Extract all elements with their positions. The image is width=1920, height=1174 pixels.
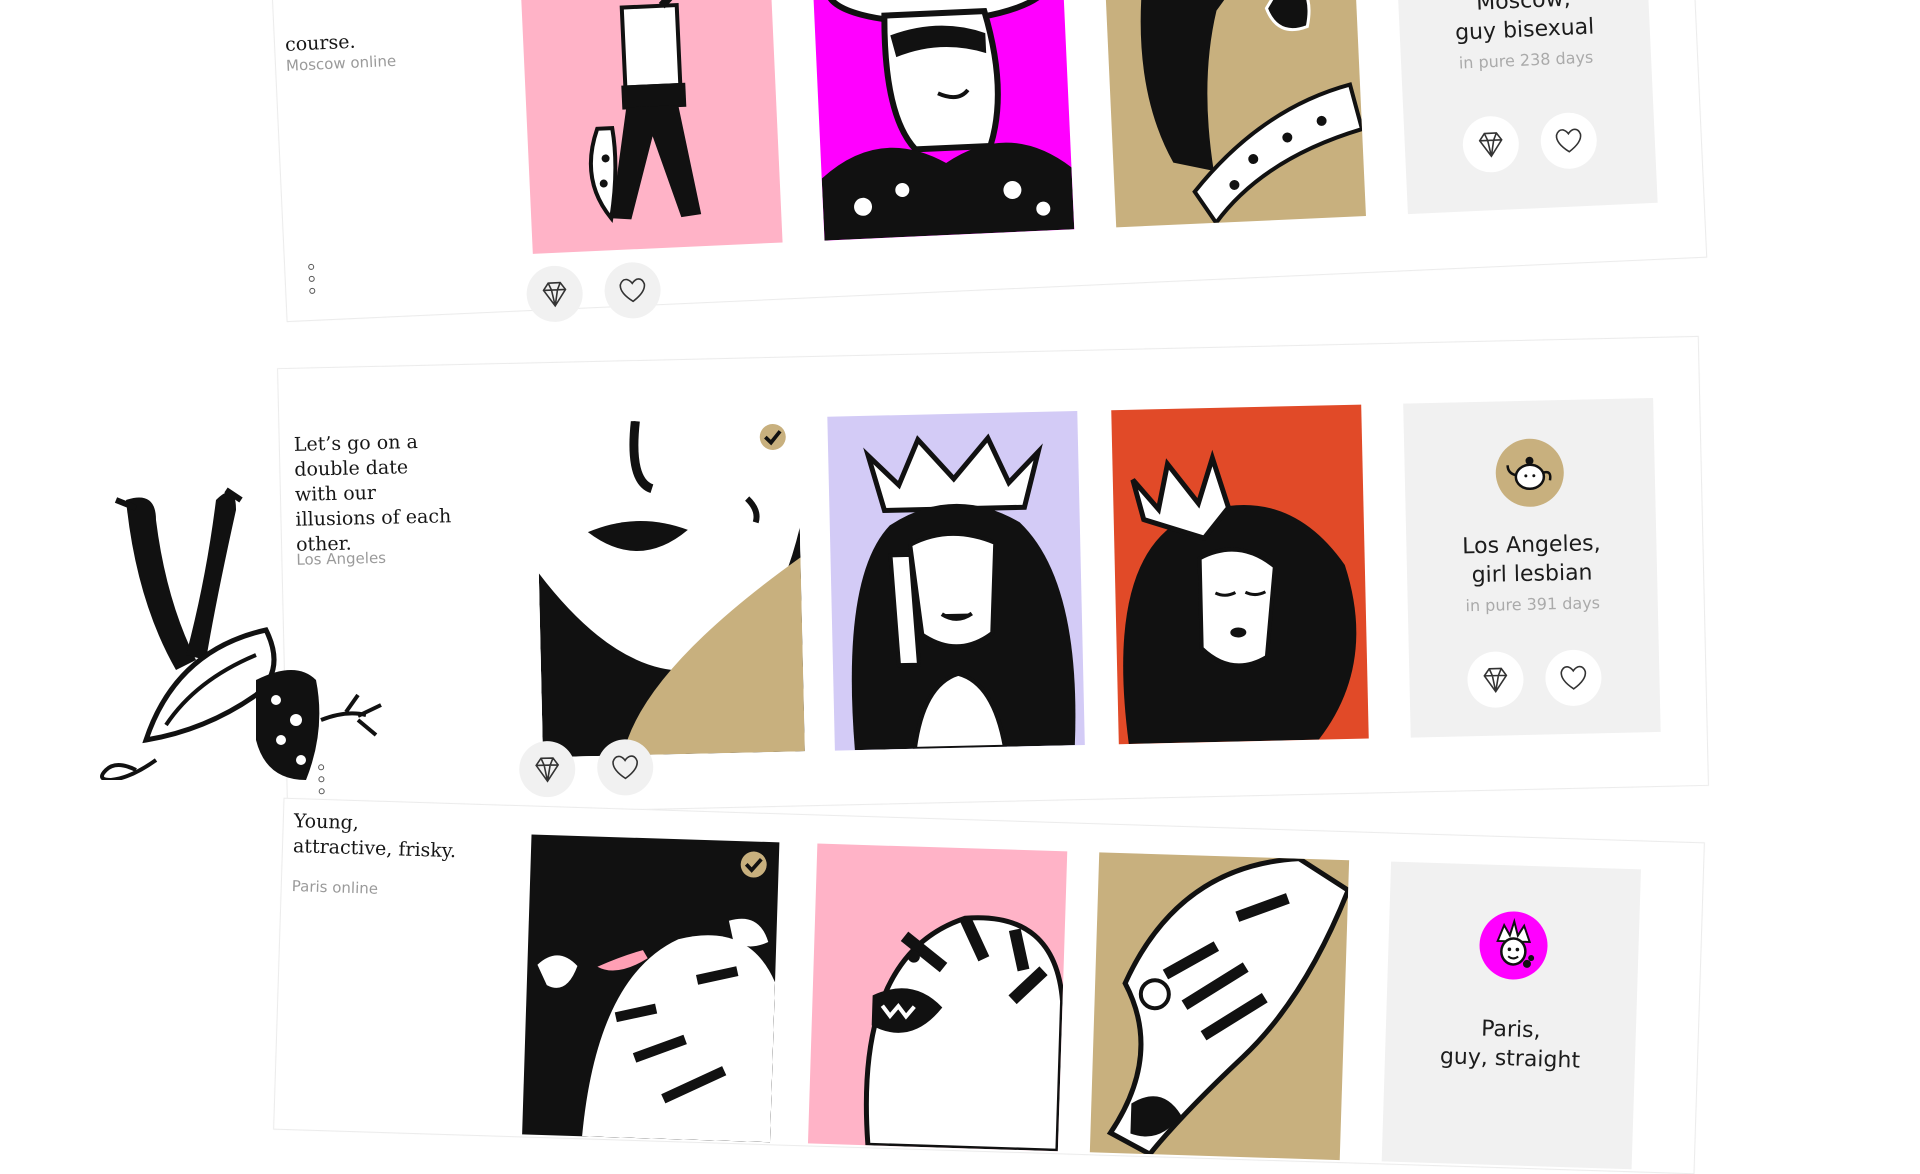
verified-check-badge (759, 423, 787, 451)
profile-photo-2[interactable] (812, 0, 1075, 241)
profile-intro-text: Young, attractive, frisky. (292, 810, 457, 863)
tumbling-figure-illustration (96, 480, 386, 783)
heart-icon (1555, 128, 1582, 153)
profile-card-paris: Young, attractive, frisky. Paris online (273, 797, 1705, 1174)
teapot-avatar-icon (1495, 438, 1565, 508)
lips-closeup-illustration (538, 420, 805, 758)
heart-button[interactable] (603, 261, 662, 320)
profile-photo-1[interactable] (520, 0, 783, 254)
masked-man-illustration (821, 0, 1075, 241)
check-icon (764, 430, 782, 446)
sleeping-queen-illustration (1123, 449, 1357, 744)
heart-button[interactable] (596, 738, 654, 797)
falling-figure-illustration (1140, 0, 1365, 227)
profile-info-panel: Paris, guy, straight (1381, 861, 1641, 1170)
profile-photo-3[interactable] (1089, 852, 1350, 1161)
diamond-button[interactable] (518, 740, 576, 798)
panel-diamond-button[interactable] (1466, 650, 1525, 709)
diamond-icon (1483, 667, 1508, 694)
panel-heart-button[interactable] (1544, 649, 1603, 707)
panel-diamond-button[interactable] (1461, 115, 1521, 174)
profile-card-los-angeles: Let’s go on a double date with our illus… (277, 335, 1709, 819)
more-dots-icon[interactable] (307, 263, 316, 295)
tiger-pouncing-illustration (1106, 856, 1350, 1158)
diamond-icon (542, 281, 567, 308)
heart-icon (619, 278, 646, 303)
tiger-head-illustration (863, 915, 1066, 1152)
panel-heart-button[interactable] (1539, 111, 1599, 170)
jester-avatar-icon (1478, 910, 1549, 981)
profile-info-panel: Los Angeles, girl lesbian in pure 391 da… (1403, 397, 1661, 738)
queen-phone-illustration (851, 433, 1076, 751)
tiger-roaring-illustration (537, 918, 776, 1143)
panel-days-online: in pure 238 days (1458, 47, 1594, 73)
verified-check-badge (740, 851, 768, 878)
check-icon (744, 857, 763, 873)
profile-city: Moscow online (285, 51, 397, 75)
profile-photo-3[interactable] (1111, 404, 1369, 745)
profile-photo-1[interactable] (522, 834, 780, 1143)
profile-info-panel: Moscow, guy bisexual in pure 238 days (1396, 0, 1658, 215)
panel-days-online: in pure 391 days (1465, 593, 1601, 616)
profile-photo-2[interactable] (827, 411, 1085, 751)
diamond-button[interactable] (525, 264, 584, 324)
heart-icon (612, 755, 638, 780)
heart-icon (1560, 665, 1587, 690)
profile-photo-3[interactable] (1104, 0, 1366, 228)
profile-card-moscow: course. Moscow online Moscow, guy bisexu… (270, 0, 1708, 324)
diamond-icon (535, 757, 560, 783)
cowboy-figure-illustration (588, 0, 702, 223)
profile-city: Paris online (291, 877, 379, 898)
profile-photo-1[interactable] (535, 417, 805, 758)
diamond-icon (1478, 132, 1503, 158)
profile-photo-2[interactable] (807, 843, 1068, 1152)
panel-location-orientation: girl lesbian (1471, 560, 1593, 589)
